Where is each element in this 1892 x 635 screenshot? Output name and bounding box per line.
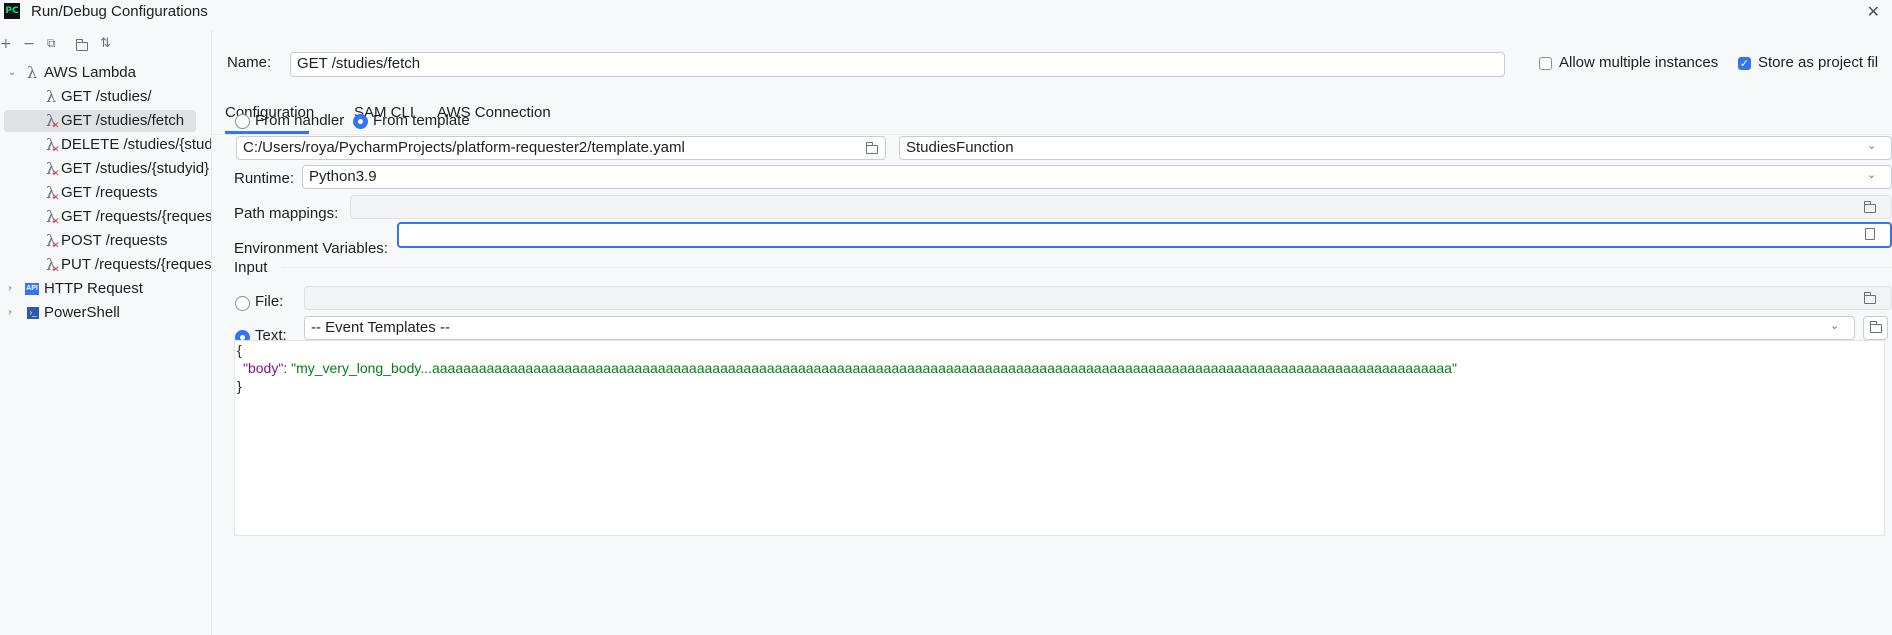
tree-item[interactable]: λ GET /studies/ — [0, 86, 200, 108]
configuration-panel: Name: GET /studies/fetch Allow multiple … — [212, 30, 1892, 635]
configurations-sidebar: + − ⧉ ⇅ ⌄ λ AWS Lambda λ GET /studies/ λ… — [0, 30, 212, 635]
add-icon[interactable]: + — [0, 36, 12, 52]
tree-item-label: PUT /requests/{reques — [61, 256, 211, 273]
tree-item-label: DELETE /studies/{stud — [61, 136, 211, 153]
from-template-radio[interactable] — [353, 114, 368, 129]
folder-icon[interactable] — [866, 142, 878, 154]
name-label: Name: — [227, 54, 272, 71]
new-folder-icon[interactable] — [76, 39, 88, 51]
api-icon: API — [25, 283, 39, 295]
code-value: "my_very_long_body...aaaaaaaaaaaaaaaaaaa… — [291, 360, 1457, 376]
lambda-icon: λ — [46, 87, 57, 106]
chevron-down-icon[interactable]: ⌄ — [1867, 168, 1876, 181]
remove-icon[interactable]: − — [23, 36, 35, 52]
tree-group-aws-lambda[interactable]: ⌄ λ AWS Lambda — [0, 62, 200, 84]
tab-divider — [212, 134, 1892, 135]
tree-item[interactable]: λ ✕ GET /requests — [0, 182, 211, 204]
tree-item[interactable]: λ ✕ GET /requests/{reques — [0, 206, 211, 228]
chevron-down-icon[interactable]: ⌄ — [1830, 319, 1839, 332]
tree-item-selected[interactable]: λ ✕ GET /studies/fetch — [4, 110, 196, 132]
powershell-icon: ›_ — [27, 307, 39, 319]
code-line: "body": "my_very_long_body...aaaaaaaaaaa… — [243, 360, 1457, 376]
code-line: { — [237, 342, 242, 358]
folder-icon[interactable] — [1864, 201, 1876, 213]
tree-item-label: POST /requests — [61, 232, 168, 249]
from-template-label: From template — [373, 112, 470, 129]
tree-item-label: GET /studies/{studyid} — [61, 160, 210, 177]
from-handler-label: From handler — [255, 112, 345, 129]
tree-item-label: GET /studies/fetch — [61, 112, 185, 129]
file-input[interactable] — [304, 286, 1892, 310]
tree-item[interactable]: λ ✕ PUT /requests/{reques — [0, 254, 211, 276]
tree-item[interactable]: λ ✕ POST /requests — [0, 230, 211, 252]
chevron-right-icon[interactable]: › — [8, 302, 12, 324]
function-select[interactable]: StudiesFunction — [899, 136, 1892, 160]
tree-group-label: PowerShell — [44, 304, 120, 321]
template-path-value: C:/Users/roya/PycharmProjects/platform-r… — [243, 139, 685, 156]
error-icon: ✕ — [52, 217, 60, 227]
env-vars-input[interactable] — [397, 222, 1892, 248]
chevron-right-icon[interactable]: › — [8, 278, 12, 300]
edit-list-icon[interactable] — [1865, 228, 1875, 240]
folder-icon — [1870, 321, 1882, 333]
open-file-button[interactable] — [1863, 316, 1888, 340]
event-templates-value: -- Event Templates -- — [311, 319, 450, 336]
code-close-brace: } — [237, 378, 242, 394]
tree-group-label: AWS Lambda — [44, 64, 136, 81]
copy-icon[interactable]: ⧉ — [47, 36, 56, 51]
tree-item[interactable]: λ ✕ GET /studies/{studyid} — [0, 158, 211, 180]
file-radio[interactable] — [235, 296, 250, 311]
allow-multiple-checkbox[interactable] — [1539, 57, 1552, 70]
runtime-select[interactable]: Python3.9 — [302, 165, 1892, 189]
pycharm-logo-icon: PC — [4, 3, 20, 19]
tree-group-http-request[interactable]: › API HTTP Request — [0, 278, 200, 300]
code-key: "body" — [243, 360, 284, 376]
path-mappings-input[interactable] — [350, 195, 1892, 219]
code-open-brace: { — [237, 342, 242, 358]
window-title: Run/Debug Configurations — [31, 3, 208, 20]
allow-multiple-label: Allow multiple instances — [1559, 54, 1719, 71]
template-path-input[interactable]: C:/Users/roya/PycharmProjects/platform-r… — [236, 136, 886, 160]
path-mappings-label: Path mappings: — [234, 205, 339, 222]
name-input[interactable]: GET /studies/fetch — [290, 52, 1505, 77]
chevron-down-icon[interactable]: ⌄ — [1867, 139, 1876, 152]
tree-group-label: HTTP Request — [44, 280, 143, 297]
event-templates-select[interactable]: -- Event Templates -- — [304, 316, 1855, 340]
store-as-project-label: Store as project fil — [1758, 54, 1879, 71]
function-value: StudiesFunction — [906, 139, 1014, 156]
tree-item-label: GET /requests — [61, 184, 158, 201]
title-bar: PC Run/Debug Configurations ✕ — [0, 0, 1892, 26]
code-colon: : — [283, 360, 292, 376]
error-icon: ✕ — [52, 265, 60, 275]
runtime-value: Python3.9 — [309, 168, 377, 185]
env-vars-label: Environment Variables: — [234, 240, 388, 257]
tree-item[interactable]: λ ✕ DELETE /studies/{stud — [0, 134, 211, 156]
close-icon[interactable]: ✕ — [1867, 2, 1880, 22]
event-body-editor[interactable]: { "body": "my_very_long_body...aaaaaaaaa… — [234, 340, 1885, 536]
tree-group-powershell[interactable]: › ›_ PowerShell — [0, 302, 200, 324]
error-icon: ✕ — [52, 193, 60, 203]
from-handler-radio[interactable] — [235, 114, 250, 129]
error-icon: ✕ — [52, 169, 60, 179]
chevron-down-icon[interactable]: ⌄ — [8, 62, 16, 84]
input-section-title: Input — [234, 259, 268, 276]
folder-icon[interactable] — [1864, 292, 1876, 304]
error-icon: ✕ — [52, 145, 60, 155]
code-line: } — [237, 378, 242, 394]
lambda-icon: λ — [27, 63, 38, 82]
file-label: File: — [255, 293, 284, 310]
tree-item-label: GET /studies/ — [61, 88, 152, 105]
runtime-label: Runtime: — [234, 170, 295, 187]
store-as-project-checkbox[interactable]: ✓ — [1738, 57, 1751, 70]
tree-item-label: GET /requests/{reques — [61, 208, 211, 225]
error-icon: ✕ — [52, 241, 60, 251]
section-divider — [282, 267, 1892, 268]
sort-icon[interactable]: ⇅ — [100, 36, 111, 51]
